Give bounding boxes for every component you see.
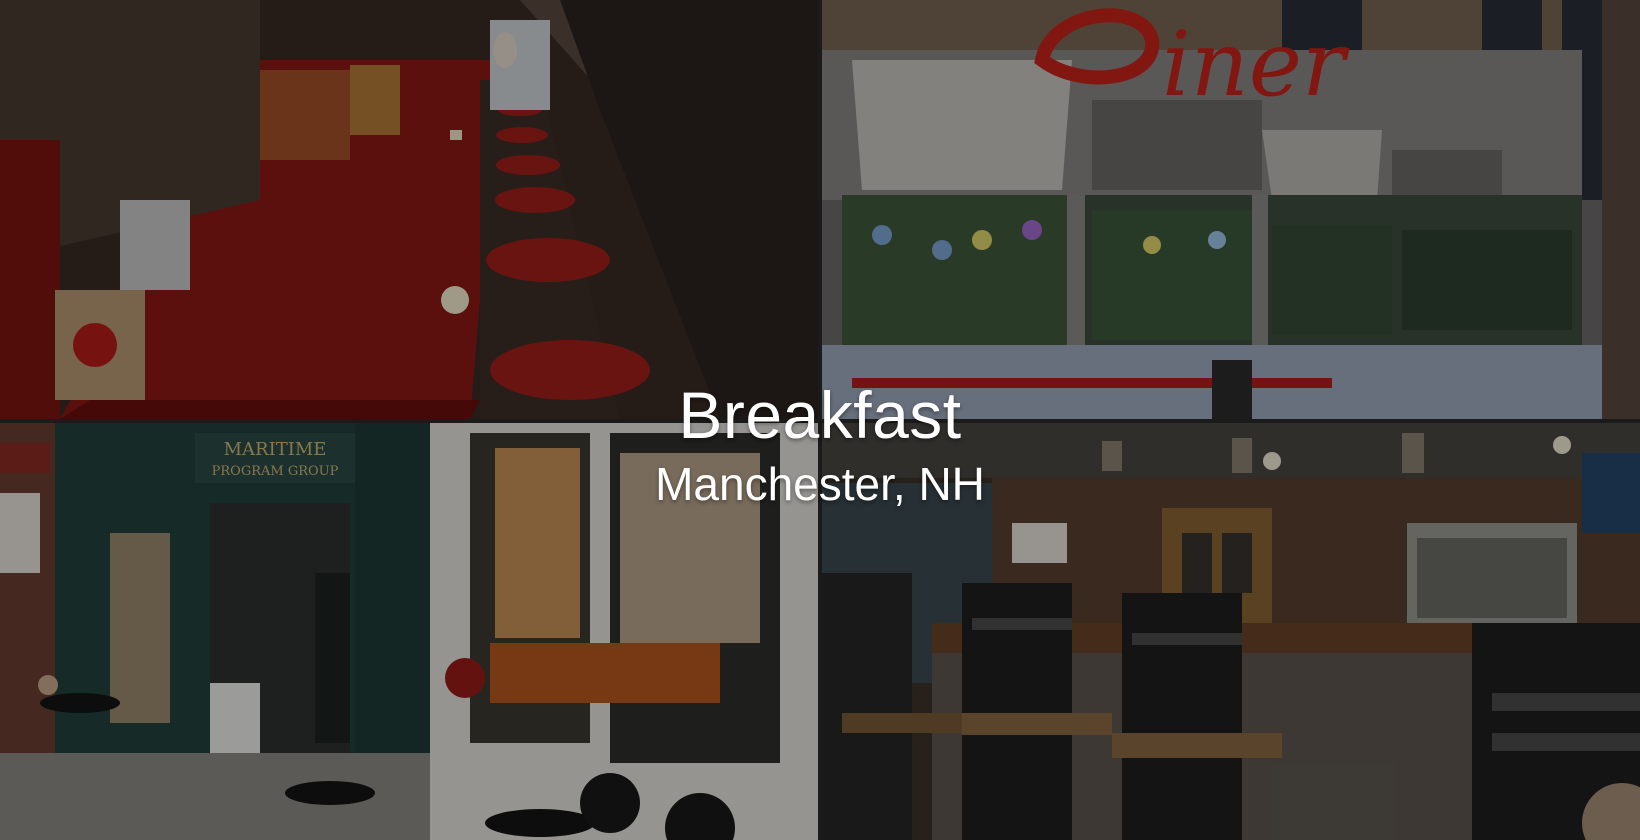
diner-counter-illustration <box>0 0 818 419</box>
bridge-cafe-storefront-photo: MARITIME PROGRAM GROUP <box>0 423 818 840</box>
svg-text:iner: iner <box>1162 12 1350 117</box>
cafe-interior-photo <box>822 423 1640 840</box>
diner-exterior-photo: iner <box>822 0 1640 419</box>
cafe-storefront-illustration: MARITIME PROGRAM GROUP <box>0 423 818 840</box>
svg-text:PROGRAM GROUP: PROGRAM GROUP <box>212 464 339 479</box>
diner-exterior-illustration: iner <box>822 0 1640 419</box>
diner-counter-photo <box>0 0 818 419</box>
photo-collage: iner MARITIME PROGRAM GROUP <box>0 0 1640 840</box>
cafe-interior-illustration <box>822 423 1640 840</box>
svg-text:MARITIME: MARITIME <box>224 439 327 460</box>
